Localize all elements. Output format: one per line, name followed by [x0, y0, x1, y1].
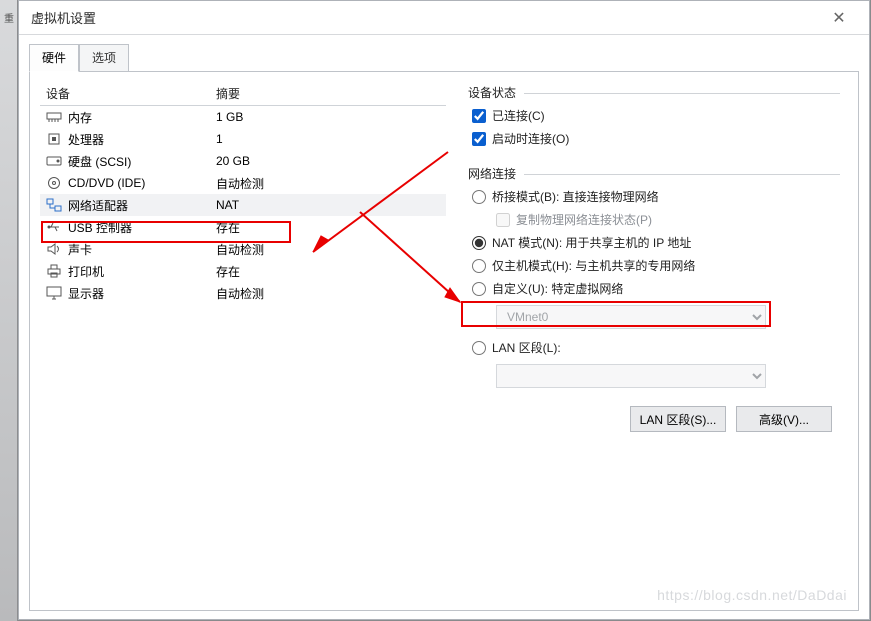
- chk-replicate-input: [496, 213, 510, 227]
- usb-icon: [46, 220, 62, 234]
- group-title: 网络连接: [468, 165, 840, 182]
- hw-summary: 自动检测: [212, 241, 444, 258]
- col-device: 设备: [42, 85, 212, 102]
- hw-row-sound[interactable]: 声卡 自动检测: [40, 238, 446, 260]
- network-group: 网络连接 桥接模式(B): 直接连接物理网络 复制物理网络连接状态(P) NAT…: [468, 165, 840, 388]
- radio-lan-input[interactable]: [472, 341, 486, 355]
- chk-connected-input[interactable]: [472, 109, 486, 123]
- disc-icon: [46, 176, 62, 190]
- chk-connect-poweron-input[interactable]: [472, 132, 486, 146]
- disk-icon: [46, 154, 62, 168]
- memory-icon: [46, 110, 62, 124]
- lan-segments-button[interactable]: LAN 区段(S)...: [630, 406, 726, 432]
- hw-label: 网络适配器: [68, 197, 128, 214]
- chk-replicate: 复制物理网络连接状态(P): [496, 211, 840, 228]
- hw-row-printer[interactable]: 打印机 存在: [40, 260, 446, 282]
- custom-vmnet-select: VMnet0: [496, 305, 766, 329]
- hw-label: 声卡: [68, 241, 92, 258]
- radio-nat-input[interactable]: [472, 236, 486, 250]
- hardware-list: 设备 摘要 内存 1 GB 处理器 1 硬盘 (SCSI) 20 GB CD/D…: [40, 84, 454, 598]
- hw-summary: 20 GB: [212, 154, 444, 168]
- close-button[interactable]: ✕: [819, 3, 859, 33]
- hw-row-disk[interactable]: 硬盘 (SCSI) 20 GB: [40, 150, 446, 172]
- radio-hostonly-label: 仅主机模式(H): 与主机共享的专用网络: [492, 257, 695, 274]
- tab-bar: 硬件 选项: [29, 43, 859, 71]
- hw-label: USB 控制器: [68, 219, 132, 236]
- hw-label: 打印机: [68, 263, 104, 280]
- titlebar: 虚拟机设置 ✕: [19, 1, 869, 35]
- button-row: LAN 区段(S)... 高级(V)...: [468, 406, 840, 432]
- radio-custom-label: 自定义(U): 特定虚拟网络: [492, 280, 623, 297]
- tab-panel: 设备 摘要 内存 1 GB 处理器 1 硬盘 (SCSI) 20 GB CD/D…: [29, 71, 859, 611]
- hw-label: 内存: [68, 109, 92, 126]
- hw-summary: NAT: [212, 198, 444, 212]
- hw-row-memory[interactable]: 内存 1 GB: [40, 106, 446, 128]
- window-title: 虚拟机设置: [31, 8, 819, 27]
- hw-summary: 存在: [212, 263, 444, 280]
- chk-connect-poweron[interactable]: 启动时连接(O): [472, 130, 840, 147]
- radio-hostonly-input[interactable]: [472, 259, 486, 273]
- hw-label: 处理器: [68, 131, 104, 148]
- network-icon: [46, 198, 62, 212]
- hw-summary: 存在: [212, 219, 444, 236]
- tab-hardware[interactable]: 硬件: [29, 44, 79, 72]
- chk-connected[interactable]: 已连接(C): [472, 107, 840, 124]
- lan-segment-select: [496, 364, 766, 388]
- close-icon: ✕: [832, 8, 845, 28]
- hw-row-cddvd[interactable]: CD/DVD (IDE) 自动检测: [40, 172, 446, 194]
- tab-options[interactable]: 选项: [79, 44, 129, 72]
- hw-label: 硬盘 (SCSI): [68, 153, 131, 170]
- printer-icon: [46, 264, 62, 278]
- radio-hostonly[interactable]: 仅主机模式(H): 与主机共享的专用网络: [472, 257, 840, 274]
- chk-connect-poweron-label: 启动时连接(O): [492, 130, 569, 147]
- cpu-icon: [46, 132, 62, 146]
- hardware-header: 设备 摘要: [40, 84, 446, 106]
- radio-custom[interactable]: 自定义(U): 特定虚拟网络: [472, 280, 840, 297]
- radio-bridged-label: 桥接模式(B): 直接连接物理网络: [492, 188, 659, 205]
- group-title: 设备状态: [468, 84, 840, 101]
- radio-custom-input[interactable]: [472, 282, 486, 296]
- sound-icon: [46, 242, 62, 256]
- client-area: 硬件 选项 设备 摘要 内存 1 GB 处理器 1 硬盘 (SC: [19, 35, 869, 619]
- hw-row-network[interactable]: 网络适配器 NAT: [40, 194, 446, 216]
- monitor-icon: [46, 286, 62, 300]
- radio-lan-label: LAN 区段(L):: [492, 339, 561, 356]
- hw-summary: 1: [212, 132, 444, 146]
- radio-bridged-input[interactable]: [472, 190, 486, 204]
- hw-row-processor[interactable]: 处理器 1: [40, 128, 446, 150]
- hw-summary: 自动检测: [212, 175, 444, 192]
- col-summary: 摘要: [212, 85, 444, 102]
- advanced-button[interactable]: 高级(V)...: [736, 406, 832, 432]
- chk-connected-label: 已连接(C): [492, 107, 545, 124]
- hw-label: 显示器: [68, 285, 104, 302]
- detail-pane: 设备状态 已连接(C) 启动时连接(O) 网络连接 桥接模式(B): 直接连接物: [454, 84, 848, 598]
- hw-summary: 自动检测: [212, 285, 444, 302]
- hw-label: CD/DVD (IDE): [68, 176, 145, 190]
- radio-nat[interactable]: NAT 模式(N): 用于共享主机的 IP 地址: [472, 234, 840, 251]
- vm-settings-window: 虚拟机设置 ✕ 硬件 选项 设备 摘要 内存 1 GB 处理器 1: [18, 0, 870, 620]
- hw-summary: 1 GB: [212, 110, 444, 124]
- hw-row-usb[interactable]: USB 控制器 存在: [40, 216, 446, 238]
- radio-lan[interactable]: LAN 区段(L):: [472, 339, 840, 356]
- radio-nat-label: NAT 模式(N): 用于共享主机的 IP 地址: [492, 234, 691, 251]
- radio-bridged[interactable]: 桥接模式(B): 直接连接物理网络: [472, 188, 840, 205]
- chk-replicate-label: 复制物理网络连接状态(P): [516, 211, 652, 228]
- hw-row-display[interactable]: 显示器 自动检测: [40, 282, 446, 304]
- device-status-group: 设备状态 已连接(C) 启动时连接(O): [468, 84, 840, 147]
